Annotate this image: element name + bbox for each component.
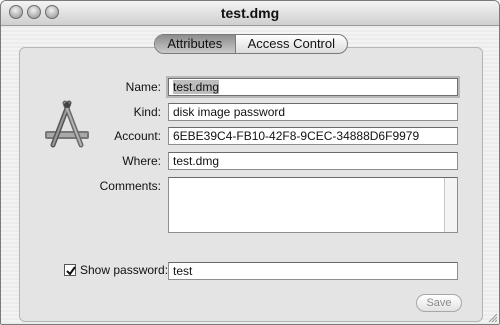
comments-field[interactable] [168, 177, 458, 233]
where-label: Where: [122, 154, 161, 168]
comments-scrollbar[interactable] [444, 178, 457, 232]
where-field[interactable]: test.dmg [168, 152, 458, 170]
show-password-checkbox[interactable] [64, 264, 76, 276]
tab-attributes[interactable]: Attributes [155, 35, 236, 53]
window-content: Attributes Access Control Name: test.dmg… [1, 26, 499, 324]
account-label: Account: [114, 129, 161, 143]
name-value: test.dmg [173, 80, 220, 94]
tab-access-control[interactable]: Access Control [236, 35, 347, 53]
show-password-label: Show password: [80, 263, 169, 277]
checkbox-check-icon [66, 266, 76, 276]
kind-field[interactable]: disk image password [168, 103, 458, 121]
save-button[interactable]: Save [416, 294, 462, 312]
account-field[interactable]: 6EBE39C4-FB10-42F8-9CEC-34888D6F9979 [168, 127, 458, 145]
keychain-item-window: test.dmg Attributes Access Control Name:… [0, 0, 500, 325]
tab-bar: Attributes Access Control [154, 34, 348, 54]
password-field[interactable]: test [168, 262, 458, 280]
kind-label: Kind: [133, 105, 161, 119]
name-field[interactable]: test.dmg [168, 78, 458, 96]
name-label: Name: [125, 80, 161, 94]
window-title: test.dmg [220, 5, 280, 21]
title-bar: test.dmg [1, 1, 499, 26]
resize-grip-icon[interactable] [487, 312, 497, 322]
comments-label: Comments: [99, 179, 161, 193]
